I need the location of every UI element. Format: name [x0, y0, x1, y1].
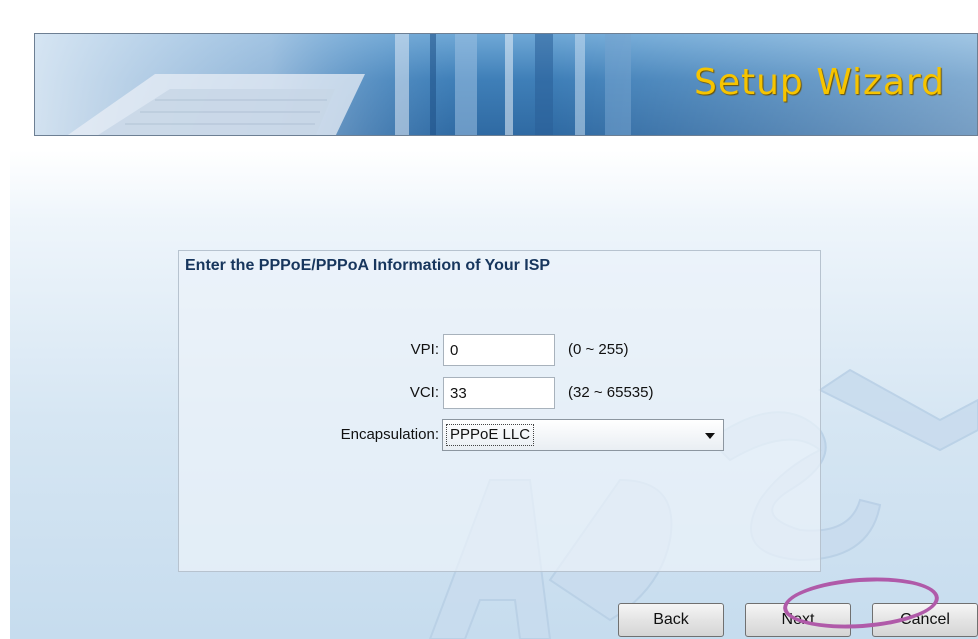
vpi-label: VPI:	[410, 341, 439, 358]
setup-wizard-banner: Setup Wizard	[34, 33, 978, 136]
vci-input[interactable]	[443, 377, 555, 409]
vpi-input[interactable]	[443, 334, 555, 366]
vci-label: VCI:	[409, 384, 439, 401]
cancel-button[interactable]: Cancel	[872, 603, 978, 637]
back-button[interactable]: Back	[618, 603, 724, 637]
vci-row: VCI: (32 ~ 65535)	[179, 377, 822, 409]
encapsulation-label: Encapsulation:	[340, 426, 439, 443]
vpi-row: VPI: (0 ~ 255)	[179, 334, 822, 366]
encapsulation-row: Encapsulation: PPPoE LLC	[179, 419, 822, 451]
chevron-down-icon[interactable]	[705, 433, 715, 439]
panel-heading: Enter the PPPoE/PPPoA Information of You…	[185, 257, 551, 274]
isp-info-panel: Enter the PPPoE/PPPoA Information of You…	[178, 250, 821, 572]
banner-title: Setup Wizard	[693, 62, 945, 103]
next-button[interactable]: Next	[745, 603, 851, 637]
vpi-range: (0 ~ 255)	[568, 341, 629, 358]
vci-range: (32 ~ 65535)	[568, 384, 654, 401]
encapsulation-selected-value: PPPoE LLC	[446, 424, 535, 446]
encapsulation-select[interactable]: PPPoE LLC	[442, 419, 724, 451]
